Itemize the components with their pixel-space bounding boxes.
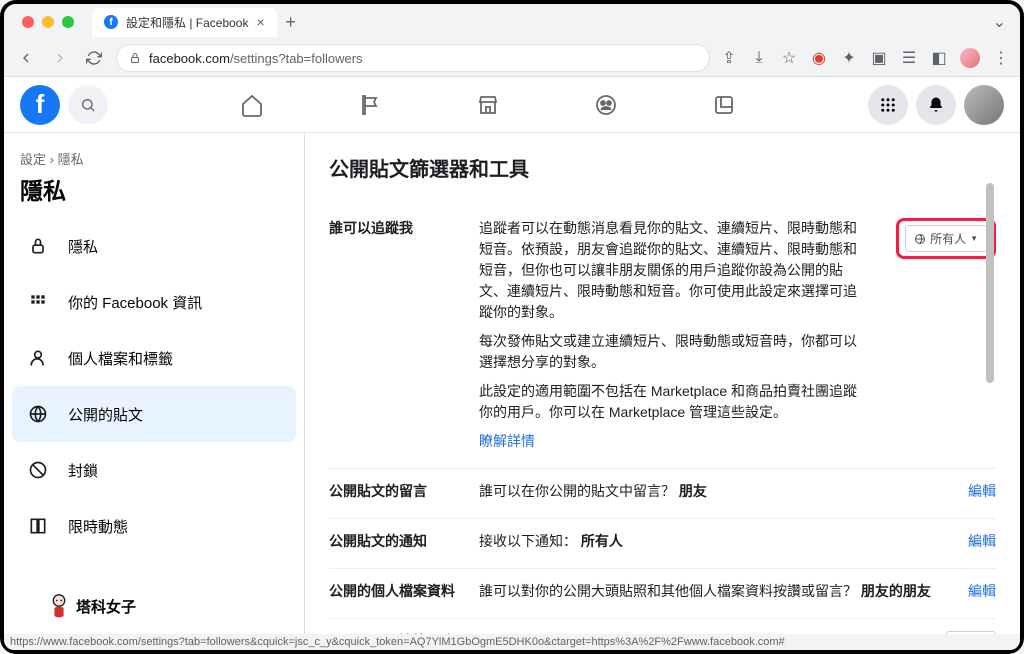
globe-icon [20,396,56,432]
search-button[interactable] [68,85,108,125]
globe-icon [914,233,926,245]
browser-tab[interactable]: 設定和隱私 | Facebook × [92,8,277,37]
caret-down-icon: ▼ [970,234,978,243]
sidebar-item-label: 隱私 [68,236,98,257]
setting-label: 公開貼文的留言 [329,481,459,502]
watermark-icon [48,592,70,620]
sidebar-item-label: 你的 Facebook 資訊 [68,292,202,313]
highlight-annotation: 所有人 ▼ [896,218,996,259]
watermark: 塔科女子 [48,592,136,620]
sidebar-item-privacy[interactable]: 隱私 [12,218,296,274]
lock-icon [20,228,56,264]
user-icon [20,340,56,376]
back-button[interactable] [14,46,38,70]
sidebar-item-profile-tags[interactable]: 個人檔案和標籤 [12,330,296,386]
chevron-down-icon[interactable]: ⌄ [979,12,1020,32]
nav-pages[interactable] [346,81,394,129]
nav-gaming[interactable] [700,81,748,129]
menu-grid-button[interactable] [868,85,908,125]
maximize-window[interactable] [62,16,74,28]
profile-avatar-small[interactable] [960,48,980,68]
nav-groups[interactable] [582,81,630,129]
bell-icon [927,96,945,114]
facebook-logo[interactable]: f [20,85,60,125]
tab-title: 設定和隱私 | Facebook [126,14,249,31]
close-window[interactable] [22,16,34,28]
edit-button[interactable]: 編輯 [968,483,996,499]
audience-selector[interactable]: 所有人 ▼ [905,225,987,252]
sidebar-item-your-info[interactable]: 你的 Facebook 資訊 [12,274,296,330]
setting-description: 追蹤者可以在動態消息看見你的貼文、連續短片、限時動態和短音。依預設，朋友會追蹤你… [479,218,866,452]
minimize-window[interactable] [42,16,54,28]
status-bar-url: https://www.facebook.com/settings?tab=fo… [4,634,1020,650]
extension-icon[interactable]: ◉ [810,49,828,67]
setting-description: 誰可以對你的公開大頭貼照和其他個人檔案資料按讚或留言？ 朋友的朋友 [479,581,938,602]
breadcrumb-parent[interactable]: 設定 [20,152,46,167]
sidebar-item-label: 公開的貼文 [68,404,143,425]
sidebar-item-stories[interactable]: 限時動態 [12,498,296,554]
setting-description: 誰可以在你公開的貼文中留言？ 朋友 [479,481,938,502]
setting-who-can-follow: 誰可以追蹤我 追蹤者可以在動態消息看見你的貼文、連續短片、限時動態和短音。依預設… [329,206,996,469]
account-avatar[interactable] [964,85,1004,125]
sidebar-item-blocking[interactable]: 封鎖 [12,442,296,498]
grid-dots-icon [20,284,56,320]
page-title: 公開貼文篩選器和工具 [329,153,996,182]
browser-chrome: 設定和隱私 | Facebook × + ⌄ facebook.com/sett… [4,4,1020,77]
notifications-button[interactable] [916,85,956,125]
sidebar-item-label: 封鎖 [68,460,98,481]
close-tab-icon[interactable]: × [257,14,265,30]
setting-label: 公開貼文的通知 [329,531,459,552]
scrollbar[interactable] [986,183,994,383]
extensions-puzzle-icon[interactable]: ✦ [840,49,858,67]
sidebar-icon[interactable]: ◧ [930,49,948,67]
menu-icon[interactable]: ⋮ [992,49,1010,67]
settings-sidebar: 設定 › 隱私 隱私 隱私 你的 Facebook 資訊 個人檔案和標籤 [4,133,304,650]
settings-content: 公開貼文篩選器和工具 誰可以追蹤我 追蹤者可以在動態消息看見你的貼文、連續短片、… [304,133,1020,650]
forward-button[interactable] [48,46,72,70]
sidebar-item-public-posts[interactable]: 公開的貼文 [12,386,296,442]
edit-button[interactable]: 編輯 [968,583,996,599]
new-tab-button[interactable]: + [277,8,305,36]
cast-icon[interactable]: ▣ [870,49,888,67]
search-icon [80,97,96,113]
nav-marketplace[interactable] [464,81,512,129]
nav-home[interactable] [228,81,276,129]
reader-icon[interactable]: ☰ [900,49,918,67]
sidebar-item-label: 限時動態 [68,516,128,537]
grid-icon [879,96,897,114]
setting-label: 誰可以追蹤我 [329,218,459,452]
download-icon[interactable]: ⤓ [750,49,768,67]
fb-header: f [4,77,1020,133]
watermark-text: 塔科女子 [76,596,136,617]
setting-public-profile-info: 公開的個人檔案資料 誰可以對你的公開大頭貼照和其他個人檔案資料按讚或留言？ 朋友… [329,569,996,619]
breadcrumb-current: 隱私 [58,152,84,167]
edit-button[interactable]: 編輯 [968,533,996,549]
setting-description: 接收以下通知： 所有人 [479,531,938,552]
block-icon [20,452,56,488]
setting-label: 公開的個人檔案資料 [329,581,459,602]
facebook-favicon [104,15,118,29]
breadcrumb: 設定 › 隱私 [12,149,296,172]
setting-public-comments: 公開貼文的留言 誰可以在你公開的貼文中留言？ 朋友 編輯 [329,469,996,519]
setting-public-notifications: 公開貼文的通知 接收以下通知： 所有人 編輯 [329,519,996,569]
address-bar[interactable]: facebook.com/settings?tab=followers [116,44,710,72]
reload-button[interactable] [82,46,106,70]
lock-icon [129,52,141,64]
star-icon[interactable]: ☆ [780,49,798,67]
audience-value: 所有人 [930,230,966,247]
book-icon [20,508,56,544]
url-text: facebook.com/settings?tab=followers [149,51,363,66]
sidebar-title: 隱私 [12,172,296,218]
learn-more-link[interactable]: 瞭解詳情 [479,433,535,449]
share-icon[interactable]: ⇪ [720,49,738,67]
window-controls[interactable] [12,16,84,28]
sidebar-item-label: 個人檔案和標籤 [68,348,173,369]
